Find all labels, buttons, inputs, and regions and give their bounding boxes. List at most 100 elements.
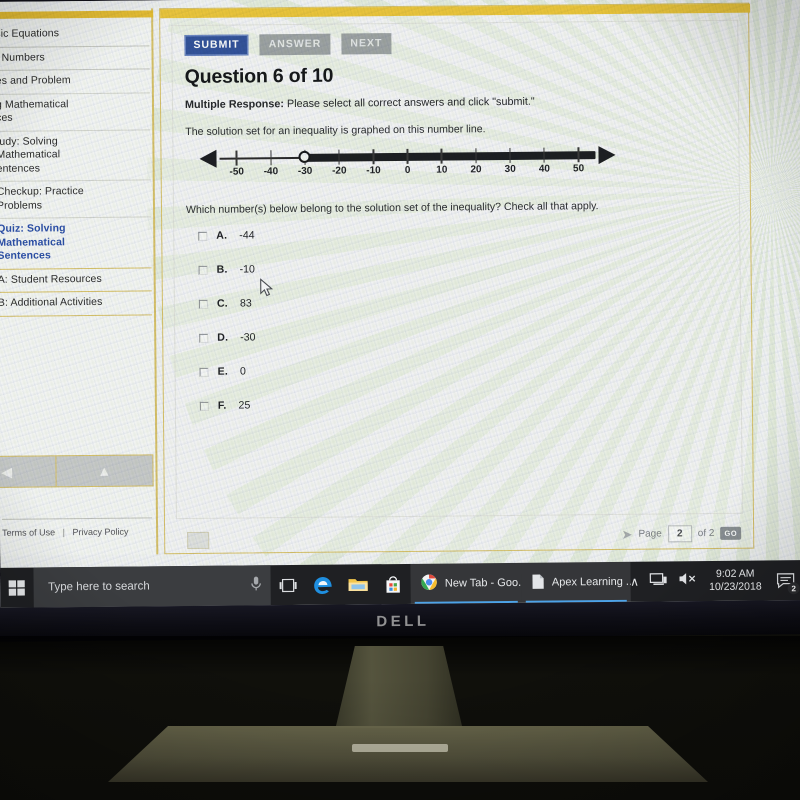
checkbox-e[interactable] — [199, 367, 209, 377]
taskbar-task-chrome-label: New Tab - Goo... — [444, 576, 523, 590]
option-f-value: 25 — [238, 399, 251, 412]
sidebar-nav-list: sic Equations f Numbers es and Problem g… — [0, 22, 153, 317]
page-number-input[interactable]: 2 — [667, 525, 692, 543]
site-footer: Terms of Use | Privacy Policy — [1, 517, 153, 538]
microsoft-store-icon[interactable] — [376, 564, 412, 604]
dell-logo: DELL — [376, 612, 430, 630]
search-input[interactable]: Type here to search — [33, 565, 271, 608]
page-title: Question 6 of 10 — [184, 64, 334, 89]
number-line-tick-30 — [509, 147, 511, 163]
monitor-stand-neck — [335, 646, 463, 728]
apex-learning-page: sic Equations f Numbers es and Problem g… — [0, 0, 800, 608]
windows-start-icon[interactable] — [0, 568, 34, 608]
answer-button[interactable]: ANSWER — [259, 33, 331, 56]
pager: ➤ Page 2 of 2 GO — [621, 525, 742, 543]
option-d[interactable]: D. -30 — [199, 327, 728, 344]
monitor-stand-base — [108, 726, 708, 782]
question-prompt: Which number(s) below belong to the solu… — [185, 200, 599, 217]
monitor-stand-notch — [352, 744, 448, 752]
taskbar-task-apex-label: Apex Learning ... — [551, 575, 631, 589]
number-line-label-10: 10 — [436, 164, 448, 176]
sidebar-item-1[interactable]: f Numbers — [0, 45, 150, 72]
number-line-label--20: -20 — [331, 165, 347, 177]
sidebar-item-5[interactable]: Checkup: Practice Problems — [0, 180, 152, 220]
right-arrowhead-icon — [598, 145, 616, 165]
sidebar-top-rule — [0, 10, 154, 20]
checkbox-a[interactable] — [198, 231, 208, 241]
option-d-letter: D. — [217, 331, 229, 344]
question-panel-inner: SUBMIT ANSWER NEXT Question 6 of 10 Mult… — [171, 19, 743, 520]
number-line-label--50: -50 — [229, 166, 245, 178]
microphone-icon[interactable] — [249, 575, 262, 595]
question-stem: The solution set for an inequality is gr… — [185, 123, 486, 139]
option-b-value: -10 — [239, 263, 255, 276]
number-line-label--10: -10 — [366, 165, 381, 177]
number-line-label-0: 0 — [404, 164, 411, 176]
number-line-tick--40 — [270, 150, 272, 166]
print-icon[interactable] — [187, 531, 210, 550]
photo-of-monitor: sic Equations f Numbers es and Problem g… — [0, 0, 800, 800]
sidebar-item-0[interactable]: sic Equations — [0, 22, 150, 48]
checkbox-d[interactable] — [199, 333, 209, 343]
checkbox-c[interactable] — [198, 299, 208, 309]
file-explorer-icon[interactable] — [340, 564, 376, 604]
submit-button[interactable]: SUBMIT — [184, 34, 249, 57]
task-view-icon[interactable] — [270, 565, 306, 605]
taskbar-task-apex[interactable]: Apex Learning ... — [521, 561, 631, 603]
taskbar-task-chrome[interactable]: New Tab - Goo... — [410, 562, 523, 604]
number-line-label-30: 30 — [504, 163, 516, 175]
option-c-value: 83 — [239, 297, 252, 310]
sidebar-item-quiz-solving-mathematical-sentences[interactable]: Quiz: Solving Mathematical Sentences — [0, 217, 152, 270]
option-b-letter: B. — [216, 263, 228, 276]
instruction-text: Please select all correct answers and cl… — [283, 95, 535, 111]
network-icon[interactable] — [650, 571, 668, 591]
number-line-ticks: -50 -40 -30 -20 -10 0 10 20 30 40 50 — [197, 141, 617, 178]
number-line-tick-50 — [577, 147, 580, 163]
up-arrow-icon[interactable]: ▲ — [56, 455, 153, 486]
sidebar-button-bar: ◀ ▲ — [0, 454, 154, 489]
option-e[interactable]: E. 0 — [199, 361, 729, 378]
option-a[interactable]: A. -44 — [198, 225, 727, 242]
windows-desktop: sic Equations f Numbers es and Problem g… — [0, 0, 800, 608]
action-center-icon[interactable]: 2 — [772, 567, 800, 595]
number-line-tick-10 — [440, 148, 443, 164]
option-b[interactable]: B. -10 — [198, 259, 728, 276]
go-button[interactable]: GO — [720, 526, 742, 540]
sidebar-item-4[interactable]: tudy: Solving Mathematical entences — [0, 129, 151, 183]
taskbar-clock[interactable]: 9:02 AM 10/23/2018 — [709, 568, 762, 595]
number-line-label--30: -30 — [297, 165, 313, 177]
left-arrow-icon[interactable]: ◀ — [0, 456, 57, 488]
checkbox-b[interactable] — [198, 265, 208, 275]
privacy-policy-link[interactable]: Privacy Policy — [72, 527, 128, 538]
sidebar-item-2[interactable]: es and Problem — [0, 69, 150, 95]
volume-muted-icon[interactable] — [679, 571, 698, 591]
option-c[interactable]: C. 83 — [198, 293, 728, 310]
sidebar-item-3[interactable]: g Mathematical ces — [0, 92, 151, 132]
open-circle-endpoint — [298, 150, 312, 163]
chrome-icon — [421, 574, 438, 594]
question-instruction: Multiple Response: Please select all cor… — [185, 94, 726, 111]
number-line-label-20: 20 — [470, 164, 482, 176]
sidebar-item-additional-activities[interactable]: B: Additional Activities — [0, 291, 153, 317]
chevron-up-icon[interactable]: ∧ — [630, 575, 639, 589]
number-line-tick--20 — [338, 149, 340, 165]
answer-option-list: A. -44 B. -10 C. 83 D. -30 E. 0 F. 25 — [186, 225, 729, 412]
next-button[interactable]: NEXT — [341, 33, 392, 55]
sidebar-item-student-resources[interactable]: A: Student Resources — [0, 267, 152, 294]
number-line-tick--10 — [372, 149, 375, 165]
system-tray: ∧ 9:02 AM 10/23/2018 2 — [630, 567, 800, 595]
option-a-letter: A. — [216, 229, 228, 242]
number-line-tick-20 — [475, 148, 477, 164]
terms-of-use-link[interactable]: Terms of Use — [2, 527, 55, 538]
footer-separator: | — [62, 527, 66, 538]
clock-date: 10/23/2018 — [709, 580, 762, 594]
pager-page-label: Page — [638, 528, 662, 540]
checkbox-f[interactable] — [199, 401, 209, 411]
option-a-value: -44 — [239, 229, 255, 242]
pager-next-arrow-icon[interactable]: ➤ — [621, 526, 632, 542]
question-action-buttons: SUBMIT ANSWER NEXT — [184, 30, 725, 57]
edge-icon[interactable] — [305, 565, 341, 605]
option-e-letter: E. — [217, 365, 229, 378]
option-f-letter: F. — [217, 399, 227, 412]
option-f[interactable]: F. 25 — [199, 395, 729, 412]
